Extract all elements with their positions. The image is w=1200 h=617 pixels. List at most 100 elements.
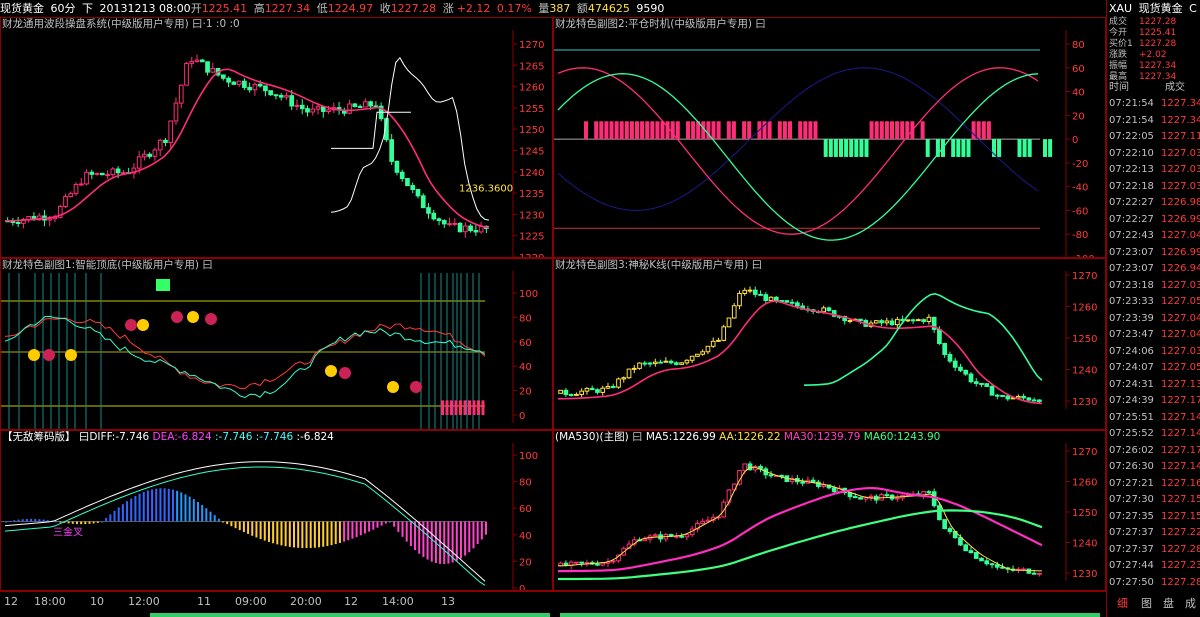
- r2-candle: [1000, 394, 1005, 397]
- main-candle: [89, 171, 95, 175]
- sub2-histogram-bar: [222, 521, 225, 523]
- volume-label: 量: [538, 2, 550, 15]
- main-candle: [110, 168, 116, 176]
- sub2-histogram-bar: [117, 507, 120, 522]
- right2-kline-chart[interactable]: 1270 1260 1250 1240 1230: [554, 259, 1106, 430]
- sub1-panel[interactable]: 财龙特色副图1:智能顶底(中级版用户专用) 曰 100 80 60 40 20 0: [0, 258, 553, 430]
- r3-candle: [994, 564, 1000, 568]
- r2-candle: [563, 389, 569, 396]
- sub2-histogram-bar: [338, 521, 341, 543]
- main-candle: [231, 81, 237, 85]
- r2-candle: [884, 320, 890, 324]
- r2-candle: [668, 360, 674, 364]
- r2-candle: [752, 289, 758, 295]
- r1-y-tick-label: -60: [1072, 206, 1088, 217]
- r2-candle: [652, 361, 658, 365]
- main-candle: [99, 172, 105, 176]
- main-candle: [473, 230, 479, 233]
- sub2-histogram-bar: [213, 515, 216, 522]
- tick-price: 1227.17: [1161, 395, 1200, 406]
- sidebar-name[interactable]: 现货黄金: [1139, 2, 1183, 15]
- tick-time: 07:26:30: [1109, 461, 1154, 472]
- r2-green-line: [803, 292, 1043, 386]
- tick-time: 07:22:18: [1109, 180, 1154, 192]
- main-candle: [163, 139, 168, 143]
- sub1-signal-face-icon: [187, 311, 199, 323]
- main-y-tick-label: 1240: [519, 168, 544, 179]
- change-pct: 0.17%: [496, 2, 532, 15]
- right3-ma-chart[interactable]: 1270 1260 1250 1240 1230: [554, 431, 1106, 591]
- r1-bar: [854, 139, 859, 157]
- r1-bar: [874, 121, 879, 140]
- sub1-signal-face-icon: [325, 365, 337, 377]
- sub1-bottom-bar: [454, 400, 458, 415]
- r2-candle: [595, 389, 600, 393]
- r2-candle: [726, 317, 732, 328]
- sub1-indicator-chart[interactable]: 100 80 60 40 20 0: [1, 259, 553, 430]
- main-candle: [78, 183, 84, 186]
- sidebar-symbol[interactable]: XAU: [1109, 2, 1132, 15]
- tab-book[interactable]: 盘: [1163, 595, 1174, 611]
- tick-time: 07:24:39: [1109, 395, 1154, 406]
- r1-bar: [777, 121, 782, 140]
- main-chart-panel[interactable]: 财龙通用波段操盘系统(中级版用户专用) 曰·1 :0 :0 1270 1265 12…: [0, 17, 553, 258]
- main-candle: [441, 220, 447, 225]
- sub1-y-tick-label: 80: [519, 313, 532, 324]
- r1-bar: [823, 139, 828, 157]
- sub2-histogram-bar: [301, 521, 304, 549]
- r3-candle: [973, 552, 979, 559]
- sub2-histogram-bar: [409, 521, 412, 547]
- r3-candle: [894, 497, 900, 500]
- right3-panel[interactable]: (MA530)(主图) 曰 MA5:1226.99 AA:1226.22 MA3…: [553, 430, 1106, 591]
- r2-candle: [942, 342, 948, 355]
- r2-candle: [910, 319, 916, 322]
- main-candle: [73, 183, 79, 195]
- sub2-histogram-bar: [443, 521, 446, 565]
- sub2-histogram-bar: [192, 499, 195, 522]
- right2-panel[interactable]: 财龙特色副图3:神秘K线(中级版用户专用) 曰 1270 1260 1250 1240…: [553, 258, 1106, 430]
- tick-price: 1226.99: [1161, 213, 1200, 225]
- sub2-panel[interactable]: 【无敌筹码版】 曰DIFF:-7.746 DEA:-6.824 :-7.746 …: [0, 430, 553, 591]
- tick-price: 1227.03: [1161, 279, 1200, 291]
- sub2-histogram-bar: [205, 508, 208, 522]
- tab-chart[interactable]: 图: [1141, 595, 1152, 611]
- sub2-histogram-bar: [401, 521, 404, 537]
- tab-trades[interactable]: 成: [1185, 595, 1196, 611]
- main-candle: [47, 218, 53, 221]
- x-tick-0: 12: [4, 595, 18, 608]
- tick-row: 07:27:35 1227.15: [1109, 509, 1200, 524]
- quote-label: 今开: [1109, 28, 1128, 38]
- sub1-signal-face-icon: [171, 311, 183, 323]
- r1-bar: [767, 121, 772, 140]
- tick-row: 07:21:54 1227.34: [1109, 96, 1200, 111]
- r1-bar: [742, 121, 747, 140]
- main-candle: [252, 83, 258, 91]
- sub2-histogram-bar: [88, 521, 91, 524]
- r2-candle: [952, 360, 958, 368]
- r2-candle: [731, 305, 737, 319]
- high-label: 高: [253, 2, 265, 15]
- open-label: 开: [190, 2, 202, 15]
- r1-bar: [584, 121, 588, 140]
- tab-detail[interactable]: 细: [1117, 595, 1128, 611]
- right1-panel[interactable]: 财龙特色副图2:平仓时机(中级版用户专用) 曰 80 60 40 20 0 -20 -40-…: [553, 17, 1106, 258]
- period[interactable]: 60分: [51, 2, 76, 15]
- main-candle-chart[interactable]: 1270 1265 1260 1255 1250 1245 1240 1235 1230 1225…: [1, 18, 553, 258]
- sub2-macd-chart[interactable]: 100 80 60 40 20 0 三金叉: [1, 431, 553, 591]
- tick-time: 07:23:39: [1109, 312, 1154, 324]
- r2-candle: [737, 292, 742, 307]
- sub2-histogram-bar: [263, 521, 266, 541]
- tick-time: 07:23:18: [1109, 279, 1154, 291]
- symbol-name[interactable]: 现货黄金: [0, 2, 44, 15]
- sub2-histogram-bar: [351, 521, 354, 539]
- r2-candle: [689, 355, 695, 361]
- sub2-histogram-bar: [305, 521, 308, 549]
- right1-oscillator-chart[interactable]: 806040200-20-40-60-80-100: [554, 18, 1106, 258]
- r2-candle: [1031, 399, 1037, 402]
- sub2-histogram-bar: [84, 521, 87, 525]
- tick-row: 07:25:52 1227.14: [1109, 426, 1200, 441]
- x-tick-6: 20:00: [290, 595, 322, 608]
- sub2-histogram-bar: [138, 493, 141, 522]
- r3-y-tick-label: 1260: [1072, 478, 1097, 489]
- r2-candle: [631, 367, 637, 370]
